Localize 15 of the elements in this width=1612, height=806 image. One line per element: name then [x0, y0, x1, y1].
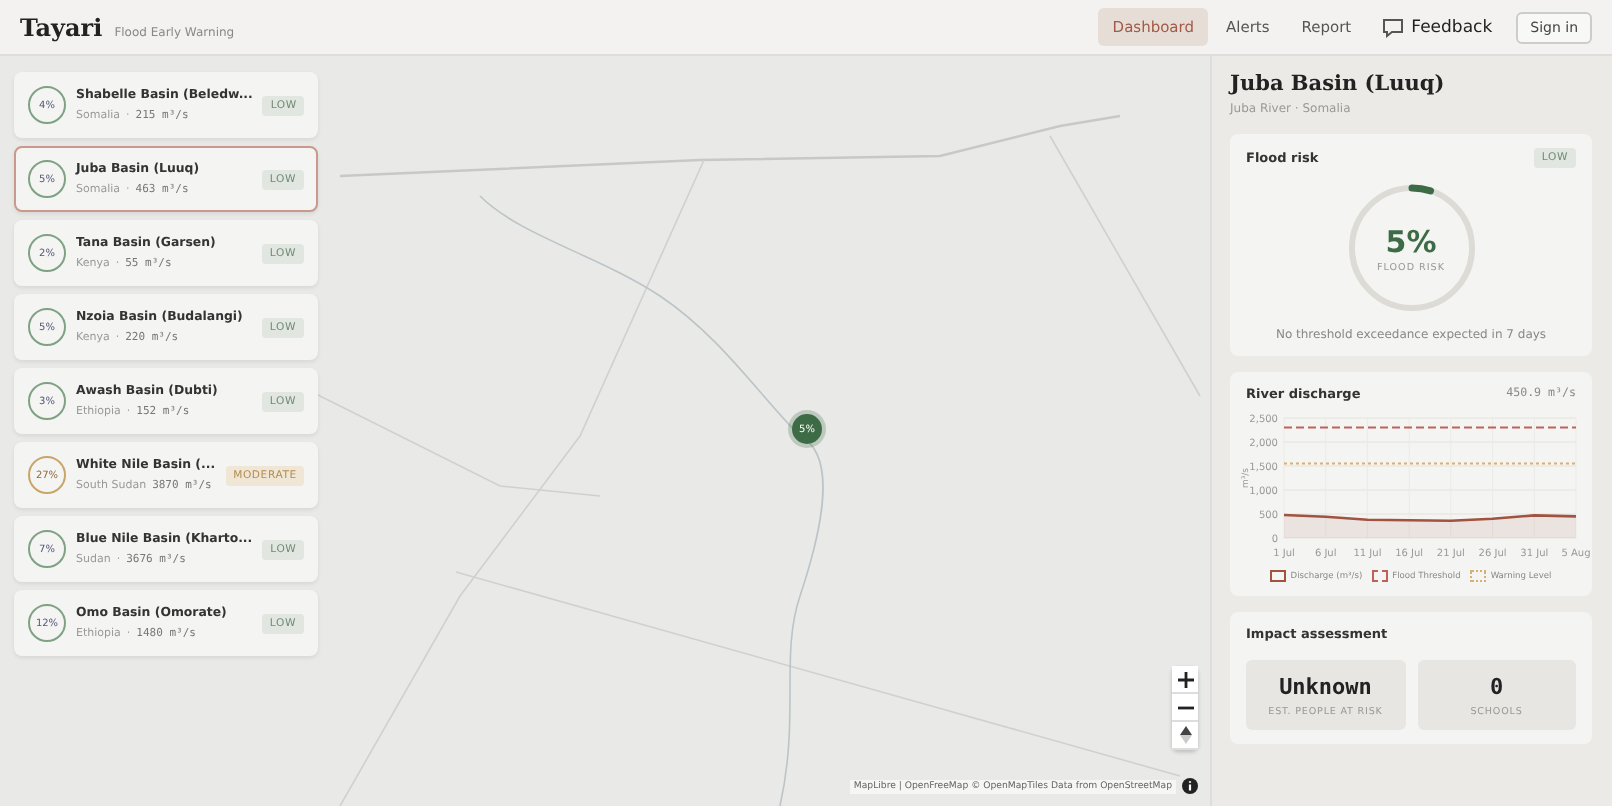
chat-bubble-icon	[1381, 17, 1404, 37]
plus-icon	[1177, 671, 1193, 687]
minus-icon	[1177, 705, 1193, 709]
risk-percent: 5%	[1385, 223, 1437, 259]
compass-button[interactable]	[1172, 722, 1198, 750]
info-icon[interactable]	[1182, 778, 1198, 794]
basin-title: Juba Basin (Luuq)	[1230, 72, 1447, 96]
stat-value: Unknown	[1279, 674, 1372, 700]
zoom-in-button[interactable]	[1172, 666, 1198, 694]
zoom-out-button[interactable]	[1172, 694, 1198, 722]
app-logo[interactable]: Tayari	[20, 13, 103, 41]
feedback-button[interactable]: Feedback	[1369, 9, 1505, 45]
compass-icon	[1179, 726, 1191, 744]
risk-gauge	[1343, 180, 1479, 316]
stat-value: 0	[1489, 674, 1504, 700]
